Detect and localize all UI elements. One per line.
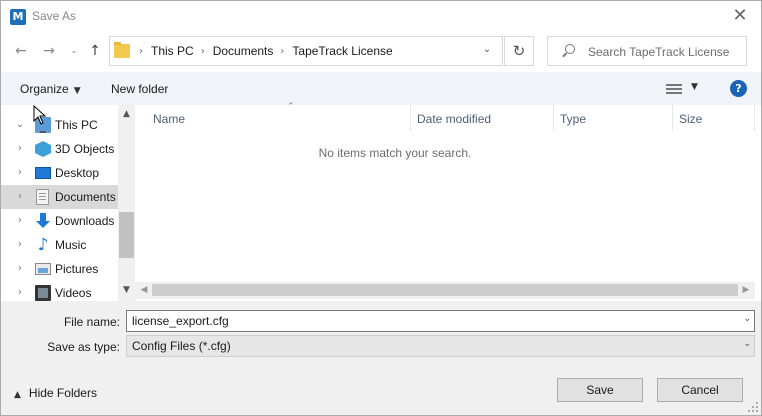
chevron-right-icon[interactable]: › bbox=[15, 263, 25, 275]
file-name-field[interactable]: license_export.cfg ⌄ bbox=[126, 310, 755, 332]
file-name-value[interactable]: license_export.cfg bbox=[132, 314, 229, 328]
file-list: ⌃ Name Date modified Type Size No items … bbox=[135, 102, 755, 301]
chevron-down-icon: ▼ bbox=[73, 86, 81, 96]
help-icon[interactable]: ? bbox=[730, 80, 747, 97]
close-icon[interactable]: ✕ bbox=[729, 5, 751, 27]
refresh-button[interactable]: ↻ bbox=[504, 36, 534, 66]
column-header-label: Name bbox=[153, 112, 186, 126]
address-bar[interactable]: › This PC › Documents › TapeTrack Licens… bbox=[109, 36, 503, 66]
tree-item-label: Desktop bbox=[55, 166, 100, 180]
save-button[interactable]: Save bbox=[557, 378, 643, 402]
cube-icon bbox=[35, 141, 51, 157]
search-icon bbox=[561, 44, 575, 58]
pictures-icon bbox=[35, 263, 51, 275]
chevron-right-icon[interactable]: › bbox=[15, 191, 25, 203]
tree-item-downloads[interactable]: › Downloads bbox=[1, 209, 118, 233]
chevron-right-icon[interactable]: › bbox=[15, 239, 25, 251]
scrollbar-thumb[interactable] bbox=[119, 212, 134, 258]
save-as-type-select[interactable]: Config Files (*.cfg) ⌄ bbox=[126, 335, 755, 357]
column-header-label: Date modified bbox=[417, 112, 492, 126]
hide-folders-label: Hide Folders bbox=[28, 386, 97, 400]
tree-item-music[interactable]: › ♪ Music bbox=[1, 233, 118, 257]
breadcrumb-separator-icon[interactable]: › bbox=[280, 46, 284, 57]
title-bar: M Save As ✕ bbox=[1, 1, 761, 32]
column-header-name[interactable]: ⌃ Name bbox=[147, 102, 411, 131]
chevron-down-icon[interactable]: ⌄ bbox=[15, 119, 25, 131]
scroll-up-icon[interactable]: ▲ bbox=[118, 107, 135, 121]
breadcrumb-item-tapetrack-license[interactable]: TapeTrack License bbox=[292, 44, 392, 58]
download-icon bbox=[35, 213, 51, 229]
documents-icon bbox=[36, 189, 49, 205]
forward-arrow-icon[interactable]: → bbox=[40, 42, 58, 60]
tree-item-label: Documents bbox=[55, 190, 116, 204]
tree-item-documents[interactable]: › Documents bbox=[1, 185, 118, 209]
navigation-pane: ⌄ This PC › 3D Objects › Desktop › Docum… bbox=[1, 105, 135, 301]
up-arrow-icon[interactable]: ↑ bbox=[86, 42, 104, 60]
scroll-left-icon[interactable]: ◀ bbox=[137, 284, 151, 297]
breadcrumb-separator-icon: › bbox=[139, 45, 143, 57]
organize-label: Organize bbox=[20, 82, 69, 96]
breadcrumb-item-documents[interactable]: Documents bbox=[213, 44, 274, 58]
chevron-down-icon[interactable]: ▼ bbox=[691, 82, 698, 92]
tree-item-label: Pictures bbox=[55, 262, 99, 276]
navigation-scrollbar[interactable]: ▲ ▼ bbox=[118, 105, 135, 301]
app-logo-icon: M bbox=[10, 9, 26, 25]
scrollbar-thumb[interactable] bbox=[152, 284, 738, 296]
command-bar: Organize ▼ New folder ▼ ? bbox=[1, 72, 761, 105]
scroll-right-icon[interactable]: ▶ bbox=[739, 284, 753, 297]
chevron-down-icon[interactable]: ⌄ bbox=[743, 314, 751, 324]
organize-menu-button[interactable]: Organize ▼ bbox=[20, 82, 81, 96]
breadcrumb: › This PC › Documents › TapeTrack Licens… bbox=[132, 37, 393, 65]
horizontal-scrollbar[interactable]: ◀ ▶ bbox=[135, 282, 755, 299]
column-header-size[interactable]: Size bbox=[673, 105, 755, 131]
desktop-icon bbox=[35, 167, 51, 179]
column-header-date-modified[interactable]: Date modified bbox=[411, 105, 554, 131]
tree-item-label: 3D Objects bbox=[55, 142, 115, 156]
new-folder-button[interactable]: New folder bbox=[111, 82, 168, 96]
chevron-down-icon[interactable]: ⌄ bbox=[743, 339, 751, 349]
column-header-label: Type bbox=[560, 112, 587, 126]
chevron-right-icon[interactable]: › bbox=[15, 215, 25, 227]
column-header-type[interactable]: Type bbox=[554, 105, 673, 131]
view-options-icon[interactable] bbox=[666, 83, 682, 95]
music-note-icon: ♪ bbox=[37, 235, 49, 255]
chevron-right-icon[interactable]: › bbox=[15, 287, 25, 299]
tree-item-desktop[interactable]: › Desktop bbox=[1, 161, 118, 185]
window-title: Save As bbox=[32, 9, 77, 23]
search-placeholder: Search TapeTrack License bbox=[588, 45, 730, 59]
tree-item-label: Videos bbox=[55, 286, 92, 300]
folder-icon bbox=[114, 42, 130, 58]
tree-item-3d-objects[interactable]: › 3D Objects bbox=[1, 137, 118, 161]
cancel-button[interactable]: Cancel bbox=[657, 378, 743, 402]
address-history-chevron-icon[interactable]: ⌄ bbox=[480, 43, 494, 57]
scroll-down-icon[interactable]: ▼ bbox=[118, 283, 135, 297]
mouse-cursor-icon bbox=[33, 105, 47, 125]
save-form: File name: license_export.cfg ⌄ Save as … bbox=[1, 301, 761, 415]
sort-ascending-icon: ⌃ bbox=[287, 102, 295, 112]
chevron-right-icon[interactable]: › bbox=[15, 167, 25, 179]
save-as-type-label: Save as type: bbox=[47, 340, 120, 354]
hide-folders-button[interactable]: ▲ Hide Folders bbox=[14, 386, 97, 400]
empty-list-message: No items match your search. bbox=[318, 146, 472, 160]
chevron-right-icon[interactable]: › bbox=[15, 143, 25, 155]
resize-grip-icon[interactable] bbox=[748, 402, 758, 412]
breadcrumb-item-this-pc[interactable]: This PC bbox=[151, 44, 194, 58]
film-icon bbox=[35, 285, 51, 301]
chevron-up-icon: ▲ bbox=[14, 390, 21, 400]
tree-item-label: Music bbox=[55, 238, 87, 252]
tree-item-label: This PC bbox=[55, 118, 98, 132]
navigation-row: ← → ⌄ ↑ › This PC › Documents › TapeTrac… bbox=[1, 32, 761, 72]
search-input[interactable]: Search TapeTrack License bbox=[547, 36, 747, 66]
back-arrow-icon[interactable]: ← bbox=[12, 42, 30, 60]
column-header-label: Size bbox=[679, 112, 703, 126]
file-name-label: File name: bbox=[63, 315, 120, 329]
recent-locations-chevron-icon[interactable]: ⌄ bbox=[65, 42, 83, 60]
save-as-type-value: Config Files (*.cfg) bbox=[132, 339, 231, 353]
tree-item-this-pc[interactable]: ⌄ This PC bbox=[1, 113, 118, 137]
refresh-icon: ↻ bbox=[512, 42, 526, 60]
tree-item-label: Downloads bbox=[55, 214, 115, 228]
breadcrumb-separator-icon[interactable]: › bbox=[201, 46, 205, 57]
save-as-dialog: M Save As ✕ ← → ⌄ ↑ › This PC › Document… bbox=[0, 0, 762, 416]
tree-item-pictures[interactable]: › Pictures bbox=[1, 257, 118, 281]
